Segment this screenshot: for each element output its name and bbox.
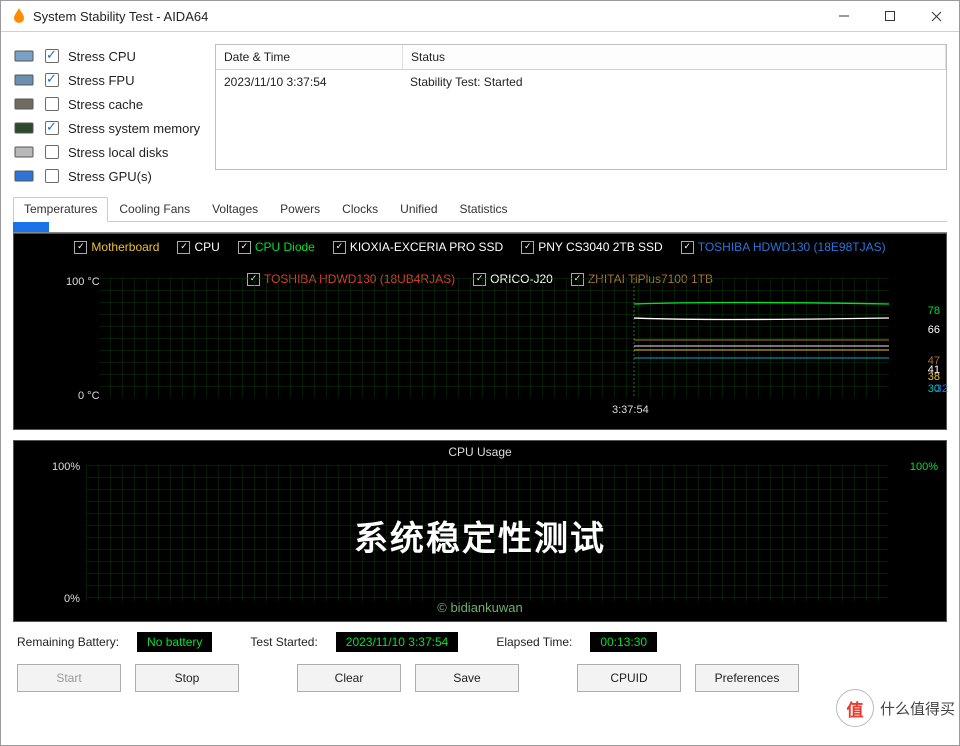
elapsed-label: Elapsed Time: [496,635,572,649]
tab-statistics[interactable]: Statistics [449,197,519,222]
window-title: System Stability Test - AIDA64 [33,9,208,24]
app-window: System Stability Test - AIDA64 Stress CP… [0,0,960,746]
cpu-axis-right-top: 100% [910,461,938,473]
legend-checkbox[interactable] [177,241,190,254]
overlay-title: 系统稳定性测试 [14,511,946,560]
temperature-graph: Motherboard CPU CPU Diode KIOXIA-EXCERIA PR… [13,233,947,430]
battery-value: No battery [137,632,212,652]
cache-icon [13,96,35,112]
app-icon [11,7,27,26]
preferences-button[interactable]: Preferences [695,664,799,692]
close-button[interactable] [913,1,959,31]
tab-temperatures[interactable]: Temperatures [13,197,108,222]
stress-checkbox-3[interactable] [45,121,59,135]
legend-item[interactable]: KIOXIA-EXCERIA PRO SSD [333,240,503,254]
legend-checkbox[interactable] [238,241,251,254]
legend-label: PNY CS3040 2TB SSD [538,240,663,254]
battery-label: Remaining Battery: [17,635,119,649]
legend-label: CPU Diode [255,240,315,254]
temp-value-label: 38 [928,372,940,383]
stress-item-1: Stress FPU [13,70,203,90]
gpu-icon [13,168,35,184]
log-header-datetime[interactable]: Date & Time [216,45,403,69]
stress-label-3[interactable]: Stress system memory [68,121,200,136]
legend-checkbox[interactable] [521,241,534,254]
maximize-button[interactable] [867,1,913,31]
title-bar: System Stability Test - AIDA64 [1,1,959,32]
legend-item[interactable]: CPU Diode [238,240,315,254]
tab-clocks[interactable]: Clocks [331,197,389,222]
stress-label-4[interactable]: Stress local disks [68,145,168,160]
fpu-icon [13,72,35,88]
legend-item[interactable]: PNY CS3040 2TB SSD [521,240,663,254]
log-cell-time: 2023/11/10 3:37:54 [216,70,402,94]
stress-checkbox-5[interactable] [45,169,59,183]
cpu-axis-left-top: 100% [52,461,80,473]
memory-icon [13,120,35,136]
legend-label: CPU [194,240,219,254]
stress-item-3: Stress system memory [13,118,203,138]
disk-icon [13,144,35,160]
legend-item[interactable]: Motherboard [74,240,159,254]
tab-unified[interactable]: Unified [389,197,448,222]
stress-label-1[interactable]: Stress FPU [68,73,134,88]
legend-checkbox[interactable] [681,241,694,254]
cpu-icon [13,48,35,64]
started-value: 2023/11/10 3:37:54 [336,632,459,652]
event-log[interactable]: Date & Time Status 2023/11/10 3:37:54 St… [215,44,947,170]
log-header-status[interactable]: Status [403,45,946,69]
cpu-usage-graph: CPU Usage 100% 0% 100% 系统稳定性测试 © bidiank… [13,440,947,622]
log-row[interactable]: 2023/11/10 3:37:54 Stability Test: Start… [216,70,946,94]
temp-axis-min: 0 °C [78,390,100,402]
tab-voltages[interactable]: Voltages [201,197,269,222]
legend-label: KIOXIA-EXCERIA PRO SSD [350,240,503,254]
brand-watermark: 值 什么值得买 [836,689,955,727]
stress-label-5[interactable]: Stress GPU(s) [68,169,152,184]
stress-checkbox-4[interactable] [45,145,59,159]
tab-powers[interactable]: Powers [269,197,331,222]
elapsed-value: 00:13:30 [590,632,657,652]
log-cell-status: Stability Test: Started [402,70,946,94]
stress-label-0[interactable]: Stress CPU [68,49,136,64]
stress-item-5: Stress GPU(s) [13,166,203,186]
legend-label: TOSHIBA HDWD130 (18E98TJAS) [698,240,886,254]
temp-value-label: 32 [936,384,948,395]
stress-options: Stress CPU Stress FPU Stress cache Stress s… [13,44,203,186]
legend-checkbox[interactable] [333,241,346,254]
series-swatch [13,222,49,232]
graph-tabs: TemperaturesCooling FansVoltagesPowersCl… [13,196,947,222]
series-swatch-bar [13,222,947,233]
temp-axis-tick: 3:37:54 [612,404,649,416]
stress-checkbox-1[interactable] [45,73,59,87]
stop-button[interactable]: Stop [135,664,239,692]
temp-value-label: 78 [928,306,940,317]
legend-label: Motherboard [91,240,159,254]
stress-item-2: Stress cache [13,94,203,114]
action-buttons: Start Stop Clear Save CPUID Preferences [13,662,947,700]
stress-checkbox-0[interactable] [45,49,59,63]
cpu-graph-title: CPU Usage [14,441,946,459]
stress-item-0: Stress CPU [13,46,203,66]
brand-logo-icon: 值 [836,689,874,727]
temp-value-label: 66 [928,325,940,336]
stress-item-4: Stress local disks [13,142,203,162]
legend-item[interactable]: CPU [177,240,219,254]
brand-text: 什么值得买 [880,698,955,719]
minimize-button[interactable] [821,1,867,31]
legend-item[interactable]: TOSHIBA HDWD130 (18E98TJAS) [681,240,886,254]
legend-checkbox[interactable] [74,241,87,254]
stress-checkbox-2[interactable] [45,97,59,111]
start-button: Start [17,664,121,692]
save-button[interactable]: Save [415,664,519,692]
cpuid-button[interactable]: CPUID [577,664,681,692]
started-label: Test Started: [250,635,317,649]
watermark-text: © bidiankuwan [14,600,946,615]
stress-label-2[interactable]: Stress cache [68,97,143,112]
tab-cooling-fans[interactable]: Cooling Fans [108,197,201,222]
clear-button[interactable]: Clear [297,664,401,692]
temp-axis-max: 100 °C [66,276,100,288]
status-bar: Remaining Battery: No battery Test Start… [13,622,947,662]
